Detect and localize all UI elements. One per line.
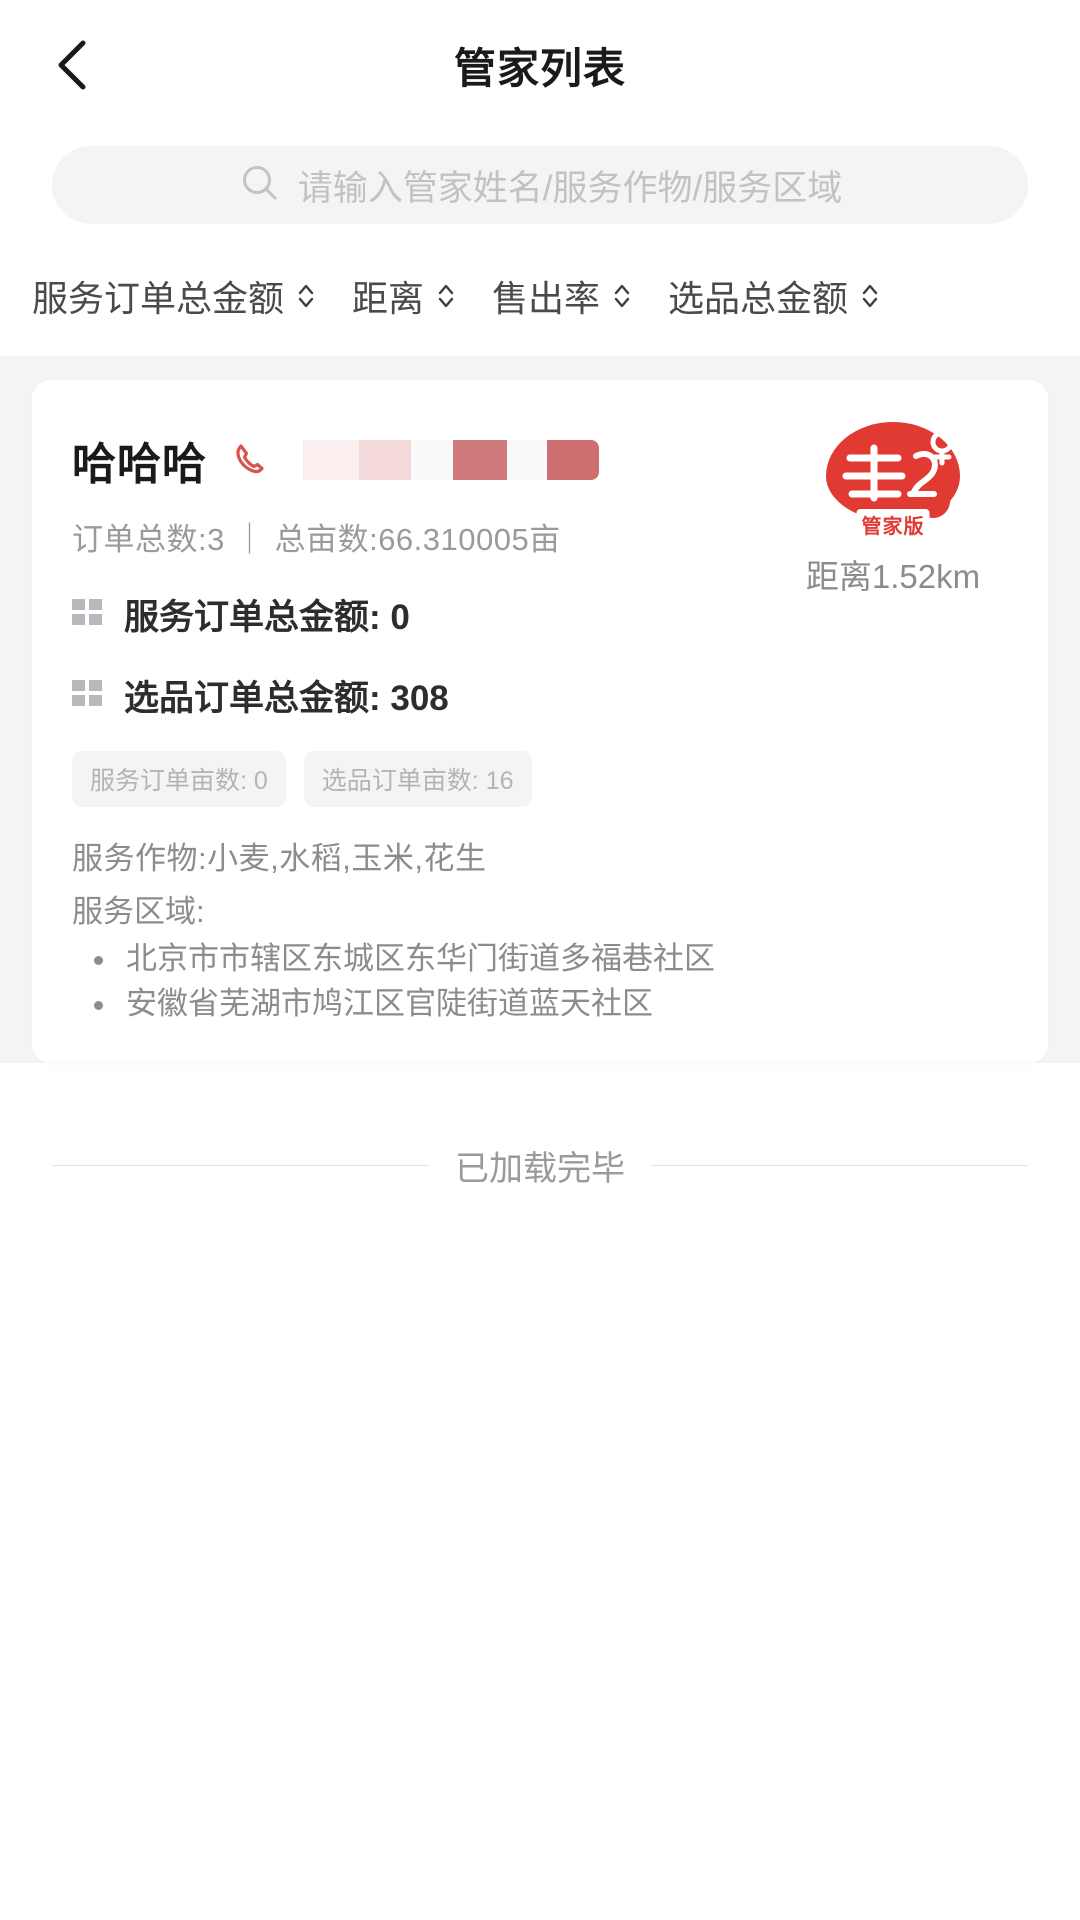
grid-icon [72, 680, 106, 711]
chevron-left-icon [51, 35, 95, 95]
brand-logo-icon: 管家版 [820, 422, 966, 540]
service-total-amount-row: 服务订单总金额: 0 [72, 589, 778, 640]
list-item-region: 北京市市辖区东城区东华门街道多福巷社区 [72, 937, 778, 982]
navigation-bar: 管家列表 [0, 0, 1080, 130]
card-main-column: 哈哈哈 订单总数:3 ｜ 总亩数:66.310005亩 服务订单总金额: 0 选… [72, 428, 778, 1027]
list-end-footer: 已加载完毕 [0, 1062, 1080, 1190]
card-badge-column: 管家版 距离1.52km [778, 422, 1008, 598]
acreage-chips: 服务订单亩数: 0 选品订单亩数: 16 [72, 751, 778, 807]
sort-tabs: 服务订单总金额 距离 售出率 选品总金额 [0, 224, 1080, 356]
service-regions-list: 北京市市辖区东城区东华门街道多福巷社区 安徽省芜湖市鸠江区官陡街道蓝天社区 [72, 937, 778, 1027]
sort-tab-service-total-amount[interactable]: 服务订单总金额 [30, 270, 334, 322]
sort-updown-icon [612, 281, 632, 311]
service-crops-text: 服务作物:小麦,水稻,玉米,花生 [72, 841, 487, 876]
list-item[interactable]: 哈哈哈 订单总数:3 ｜ 总亩数:66.310005亩 服务订单总金额: 0 选… [32, 380, 1048, 1063]
sort-tab-product-total-amount[interactable]: 选品总金额 [650, 270, 898, 322]
manager-name-row: 哈哈哈 [72, 428, 778, 492]
manager-list: 哈哈哈 订单总数:3 ｜ 总亩数:66.310005亩 服务订单总金额: 0 选… [0, 356, 1080, 1063]
list-item-region: 安徽省芜湖市鸠江区官陡街道蓝天社区 [72, 982, 778, 1027]
search-icon [238, 161, 282, 210]
status-badge-product-acreage: 选品订单亩数: 16 [303, 751, 532, 807]
sort-tab-label: 售出率 [492, 278, 601, 319]
sort-tab-label: 选品总金额 [668, 278, 849, 319]
sort-tab-label: 服务订单总金额 [32, 278, 285, 319]
guanjia-list-screen: 管家列表 请输入管家姓名/服务作物/服务区域 服务订单总金额 距离 售出率 选品… [0, 0, 1080, 1920]
sort-tab-sell-rate[interactable]: 售出率 [474, 270, 650, 322]
phone-icon[interactable] [229, 437, 271, 484]
divider-right [651, 1164, 1028, 1166]
status-badge-service-acreage: 服务订单亩数: 0 [72, 751, 286, 807]
sort-tab-distance[interactable]: 距离 [334, 270, 474, 322]
masked-phone-number [303, 440, 599, 480]
sort-updown-icon [860, 281, 880, 311]
search-section: 请输入管家姓名/服务作物/服务区域 [0, 130, 1080, 224]
sort-tab-label: 距离 [352, 278, 425, 319]
back-button[interactable] [38, 30, 108, 100]
search-placeholder: 请输入管家姓名/服务作物/服务区域 [297, 168, 843, 208]
divider-left [52, 1164, 429, 1166]
service-regions-label: 服务区域: [72, 894, 205, 929]
grid-icon [72, 599, 106, 630]
card-top-row: 哈哈哈 订单总数:3 ｜ 总亩数:66.310005亩 服务订单总金额: 0 选… [72, 422, 1008, 1027]
manager-name: 哈哈哈 [72, 440, 207, 489]
logo-subtitle: 管家版 [856, 509, 930, 540]
sort-updown-icon [296, 281, 316, 311]
search-input[interactable]: 请输入管家姓名/服务作物/服务区域 [52, 146, 1028, 224]
product-total-amount-label: 选品订单总金额: 308 [124, 679, 449, 718]
page-title: 管家列表 [453, 44, 626, 92]
distance-text: 距离1.52km [805, 558, 981, 595]
service-total-amount-label: 服务订单总金额: 0 [124, 598, 410, 637]
order-summary-text: 订单总数:3 ｜ 总亩数:66.310005亩 [72, 522, 561, 557]
loaded-all-text: 已加载完毕 [455, 1149, 625, 1188]
sort-updown-icon [436, 281, 456, 311]
product-total-amount-row: 选品订单总金额: 308 [72, 670, 778, 721]
